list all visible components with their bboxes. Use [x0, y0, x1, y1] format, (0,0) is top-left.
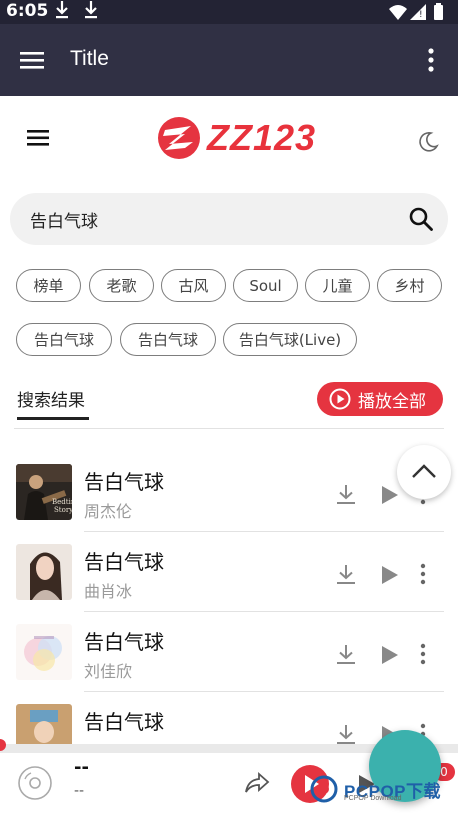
disc-icon: [18, 766, 52, 800]
play-circle-icon: [329, 388, 351, 410]
search-input[interactable]: [30, 203, 390, 235]
chip-genre[interactable]: 榜单: [16, 269, 81, 302]
download-icon[interactable]: [334, 562, 358, 586]
song-artist: 周杰伦: [84, 502, 133, 521]
album-art: Bedtime Story: [16, 464, 72, 520]
song-title: 告白气球: [84, 630, 164, 654]
tab-indicator: [17, 417, 89, 420]
player-subtitle: --: [74, 783, 85, 799]
battery-icon: [434, 5, 443, 20]
download-icon[interactable]: [334, 722, 358, 744]
play-all-button[interactable]: 播放全部: [317, 382, 443, 416]
logo-text: ZZ123: [207, 117, 317, 158]
divider: [14, 428, 444, 429]
download-icon[interactable]: [334, 482, 358, 506]
album-art: [16, 704, 72, 744]
svg-text:Story: Story: [54, 506, 72, 514]
results-tab[interactable]: 搜索结果: [17, 386, 85, 411]
song-title: 告白气球: [84, 470, 164, 494]
search-icon[interactable]: [408, 206, 434, 232]
site-menu-icon[interactable]: [26, 126, 52, 150]
overflow-menu-icon[interactable]: [426, 46, 436, 74]
more-options-icon[interactable]: [418, 562, 428, 586]
song-row[interactable]: 告白气球 曲肖冰: [0, 532, 458, 612]
song-title: 告白气球: [84, 550, 164, 574]
download-icon[interactable]: [334, 642, 358, 666]
signal-icon: [410, 4, 426, 20]
play-icon[interactable]: [378, 564, 400, 586]
song-title: 告白气球: [84, 710, 164, 734]
app-bar: Title: [0, 24, 458, 96]
hamburger-menu-icon[interactable]: [18, 46, 46, 74]
wifi-icon: [389, 5, 407, 20]
album-art: [16, 624, 72, 680]
app-title: Title: [70, 47, 109, 70]
back-to-top-button[interactable]: [397, 445, 451, 499]
play-all-label: 播放全部: [358, 392, 426, 412]
chip-genre[interactable]: 老歌: [89, 269, 154, 302]
watermark-subtext: PCPOP Download: [344, 795, 402, 802]
song-row[interactable]: Bedtime Story 告白气球 周杰伦: [0, 452, 458, 532]
chip-suggestion[interactable]: 告白气球: [120, 323, 216, 356]
more-options-icon[interactable]: [418, 642, 428, 666]
chip-suggestion[interactable]: 告白气球: [16, 323, 112, 356]
chip-suggestion[interactable]: 告白气球(Live): [223, 323, 357, 356]
play-icon[interactable]: [378, 484, 400, 506]
watermark: PCPOP下载 PCPOP Download: [310, 774, 450, 804]
status-bar: 6:05 !: [0, 0, 458, 24]
album-art: [16, 544, 72, 600]
download-notification-icon: [56, 1, 68, 19]
status-icons: !: [389, 3, 443, 20]
song-artist: 刘佳欣: [84, 662, 133, 681]
logo-mark-icon: [158, 117, 200, 159]
chip-genre[interactable]: 乡村: [377, 269, 442, 302]
status-time: 6:05: [6, 1, 49, 21]
play-icon[interactable]: [378, 644, 400, 666]
chip-genre[interactable]: Soul: [233, 269, 298, 302]
chip-genre[interactable]: 儿童: [305, 269, 370, 302]
search-bar: [10, 193, 448, 245]
chip-genre[interactable]: 古风: [161, 269, 226, 302]
svg-text:!: !: [419, 10, 423, 20]
site-logo[interactable]: ZZ123: [155, 112, 315, 162]
share-icon[interactable]: [244, 770, 270, 796]
dark-mode-moon-icon[interactable]: [416, 130, 440, 154]
svg-text:Bedtime: Bedtime: [52, 498, 72, 506]
song-list: Bedtime Story 告白气球 周杰伦 告白气球 曲肖冰: [0, 452, 458, 744]
player-title: --: [74, 757, 89, 778]
watermark-logo-icon: [310, 775, 338, 803]
song-artist: 曲肖冰: [84, 582, 133, 601]
download-notification-icon: [85, 1, 97, 19]
song-row[interactable]: 告白气球 刘佳欣: [0, 612, 458, 692]
chevron-up-icon: [412, 464, 436, 478]
